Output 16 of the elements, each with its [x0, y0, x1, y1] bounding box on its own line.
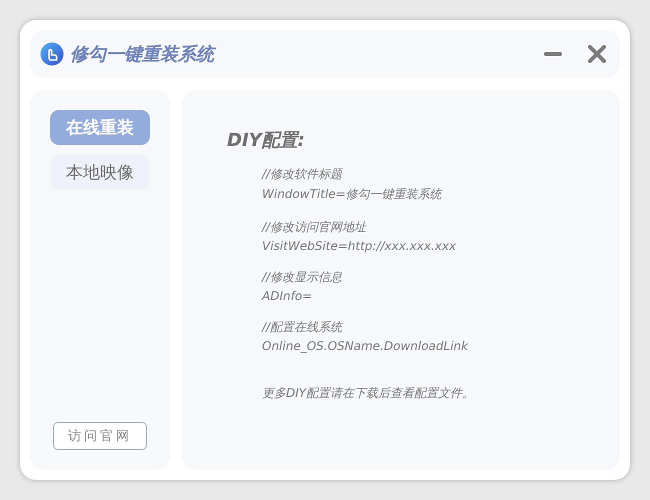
close-icon	[588, 45, 606, 63]
config-comment: //修改软件标题	[262, 166, 344, 183]
config-line: WindowTitle=修勾一键重装系统	[262, 186, 444, 203]
nav-tab[interactable]: 在线重装	[50, 110, 150, 145]
config-line: Online_OS.OSName.DownloadLink	[262, 339, 470, 353]
note-text: 更多DIY配置请在下载后查看配置文件。	[262, 385, 476, 402]
window-title: 修勾一键重装系统	[70, 42, 214, 66]
nav-tab[interactable]: 本地映像	[50, 155, 150, 190]
config-line: ADInfo=	[262, 289, 314, 303]
visit-website-button[interactable]: 访问官网	[53, 422, 147, 450]
section-heading: DIY配置:	[227, 129, 306, 152]
minimize-icon	[544, 52, 562, 56]
config-comment: //修改访问官网地址	[262, 219, 368, 236]
config-comment: //修改显示信息	[262, 269, 344, 286]
config-line: VisitWebSite=http://xxx.xxx.xxx	[262, 239, 458, 253]
config-comment: //配置在线系统	[262, 319, 344, 336]
